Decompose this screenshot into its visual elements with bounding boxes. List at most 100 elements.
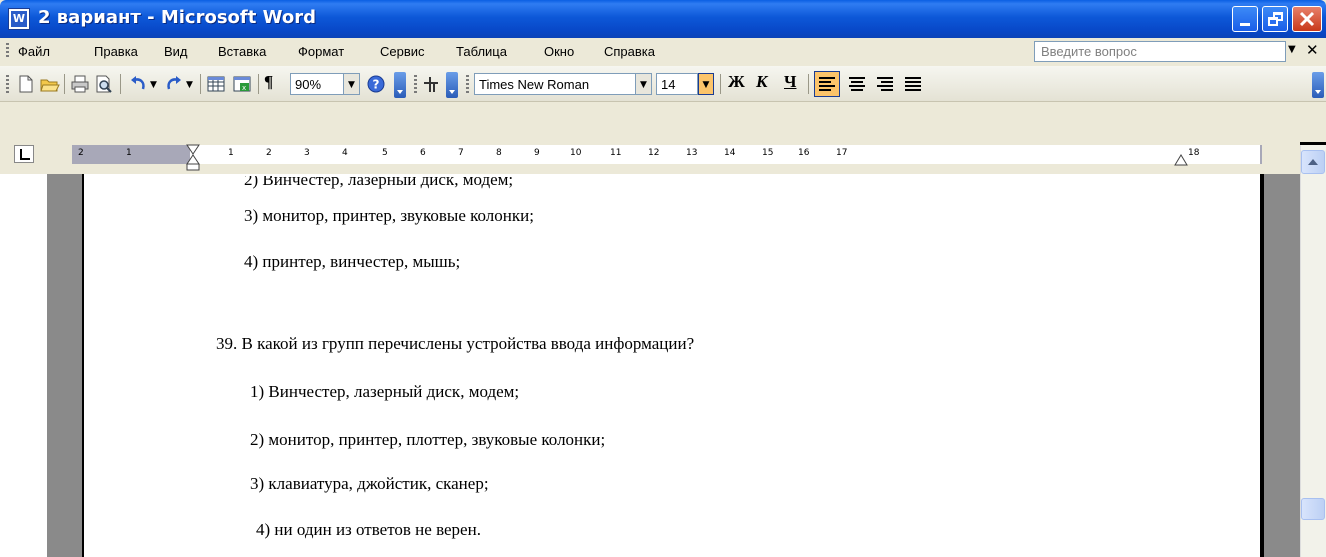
svg-text:?: ? — [373, 78, 380, 92]
redo-icon[interactable] — [164, 74, 184, 94]
print-preview-icon[interactable] — [94, 74, 114, 94]
print-icon[interactable] — [70, 74, 90, 94]
ruler-label: 2 — [266, 148, 272, 158]
ruler-label: 6 — [420, 148, 426, 158]
menu-format[interactable]: Формат — [298, 44, 344, 59]
toolbar-separator — [720, 74, 721, 94]
menu-help[interactable]: Справка — [604, 44, 655, 59]
toolbar-separator — [808, 74, 809, 94]
minimize-icon — [1240, 23, 1250, 26]
justify-button[interactable] — [900, 71, 926, 97]
toolbar-grip[interactable] — [466, 75, 469, 93]
menu-insert[interactable]: Вставка — [218, 44, 266, 59]
zoom-dropdown-icon[interactable]: ▼ — [344, 73, 360, 95]
ruler-label: 18 — [1188, 148, 1200, 158]
toolbar-grip[interactable] — [6, 75, 9, 93]
title-bar[interactable]: W 2 вариант - Microsoft Word — [0, 0, 1326, 38]
ruler-label: 12 — [648, 148, 660, 158]
toolbar-options-icon[interactable] — [446, 72, 458, 98]
insert-table-icon[interactable] — [206, 74, 226, 94]
toolbar-options-icon[interactable] — [1312, 72, 1324, 98]
document-line: 4) ни один из ответов не верен. — [256, 520, 481, 539]
help-icon[interactable]: ? — [366, 74, 386, 94]
window-title: 2 вариант - Microsoft Word — [38, 7, 316, 28]
document-line: 3) клавиатура, джойстик, сканер; — [250, 474, 489, 493]
document-close-icon[interactable]: ✕ — [1306, 41, 1319, 59]
toolbar-separator — [258, 74, 259, 94]
menu-table[interactable]: Таблица — [456, 44, 507, 59]
ruler-label: 7 — [458, 148, 464, 158]
ruler-label: 4 — [342, 148, 348, 158]
font-size-dropdown-icon[interactable]: ▼ — [698, 73, 714, 95]
word-icon[interactable]: W — [8, 8, 30, 30]
menu-file[interactable]: Файл — [18, 44, 50, 59]
menu-view[interactable]: Вид — [164, 44, 188, 59]
toolbar-grip[interactable] — [414, 75, 417, 93]
ruler-label: 3 — [304, 148, 310, 158]
ruler-label: 2 — [78, 148, 84, 158]
right-indent-marker-icon[interactable] — [1174, 154, 1188, 166]
indent-marker-icon[interactable] — [186, 144, 200, 172]
ruler-label: 5 — [382, 148, 388, 158]
show-formatting-icon[interactable]: ¶ — [264, 72, 273, 92]
menu-edit[interactable]: Правка — [94, 44, 138, 59]
menubar-grip[interactable] — [6, 43, 9, 59]
insert-frame-icon[interactable] — [420, 74, 440, 94]
toolbar-separator — [120, 74, 121, 94]
document-line: 1) Винчестер, лазерный диск, модем; — [250, 382, 520, 401]
insert-excel-icon[interactable]: x — [232, 74, 252, 94]
minimize-button[interactable] — [1232, 6, 1258, 32]
ruler-label: 16 — [798, 148, 810, 158]
ruler-label: 10 — [570, 148, 582, 158]
toolbar-separator — [64, 74, 65, 94]
question-heading: 39. В какой из групп перечислены устройс… — [216, 334, 695, 353]
document-line: 3) монитор, принтер, звуковые колонки; — [244, 206, 534, 225]
scroll-up-icon[interactable] — [1301, 150, 1325, 174]
ruler-label: 9 — [534, 148, 540, 158]
ruler-label: 1 — [228, 148, 234, 158]
underline-button[interactable]: Ч — [784, 72, 796, 92]
toolbar-separator — [200, 74, 201, 94]
document-line: 2) монитор, принтер, плоттер, звуковые к… — [250, 430, 606, 449]
ruler-bar: 2 1 1 2 3 4 5 6 7 8 9 10 11 12 13 14 15 … — [0, 142, 1300, 174]
document-line: 4) принтер, винчестер, мышь; — [244, 252, 461, 271]
restore-button[interactable] — [1262, 6, 1288, 32]
ruler-label: 1 — [126, 148, 132, 158]
bold-button[interactable]: Ж — [728, 72, 745, 92]
toolbar-options-icon[interactable] — [394, 72, 406, 98]
close-icon — [1299, 11, 1315, 27]
menu-window[interactable]: Окно — [544, 44, 574, 59]
vertical-scrollbar[interactable] — [1300, 142, 1326, 557]
italic-button[interactable]: К — [756, 72, 768, 92]
help-dropdown-icon[interactable]: ▼ — [1288, 44, 1296, 55]
help-question-input[interactable]: Введите вопрос — [1034, 41, 1286, 62]
redo-dropdown-icon[interactable]: ▼ — [186, 80, 193, 90]
new-document-icon[interactable] — [16, 74, 36, 94]
font-name-dropdown-icon[interactable]: ▼ — [636, 73, 652, 95]
align-left-button[interactable] — [814, 71, 840, 97]
menu-tools[interactable]: Сервис — [380, 44, 425, 59]
menu-bar: Файл Правка Вид Вставка Формат Сервис Та… — [0, 38, 1326, 66]
zoom-select[interactable]: 90% — [290, 73, 344, 95]
document-page[interactable] — [82, 170, 1264, 557]
open-folder-icon[interactable] — [40, 74, 60, 94]
ruler-label: 17 — [836, 148, 848, 158]
svg-text:x: x — [242, 84, 246, 92]
close-button[interactable] — [1292, 6, 1322, 32]
scroll-thumb[interactable] — [1301, 498, 1325, 520]
font-name-select[interactable]: Times New Roman — [474, 73, 636, 95]
undo-icon[interactable] — [128, 74, 148, 94]
font-size-select[interactable]: 14 — [656, 73, 698, 95]
tab-stop-selector-icon[interactable] — [14, 145, 34, 163]
align-center-button[interactable] — [844, 71, 870, 97]
ruler-label: 14 — [724, 148, 736, 158]
toolbar: ▼ ▼ x ¶ 90% ▼ ? Times New Roman ▼ 14 ▼ Ж… — [0, 66, 1326, 102]
left-margin-frame — [0, 170, 47, 557]
ruler-label: 15 — [762, 148, 774, 158]
ruler-label: 8 — [496, 148, 502, 158]
align-right-button[interactable] — [872, 71, 898, 97]
ruler-label: 11 — [610, 148, 622, 158]
split-box[interactable] — [1300, 142, 1326, 145]
undo-dropdown-icon[interactable]: ▼ — [150, 80, 157, 90]
ruler-label: 13 — [686, 148, 698, 158]
